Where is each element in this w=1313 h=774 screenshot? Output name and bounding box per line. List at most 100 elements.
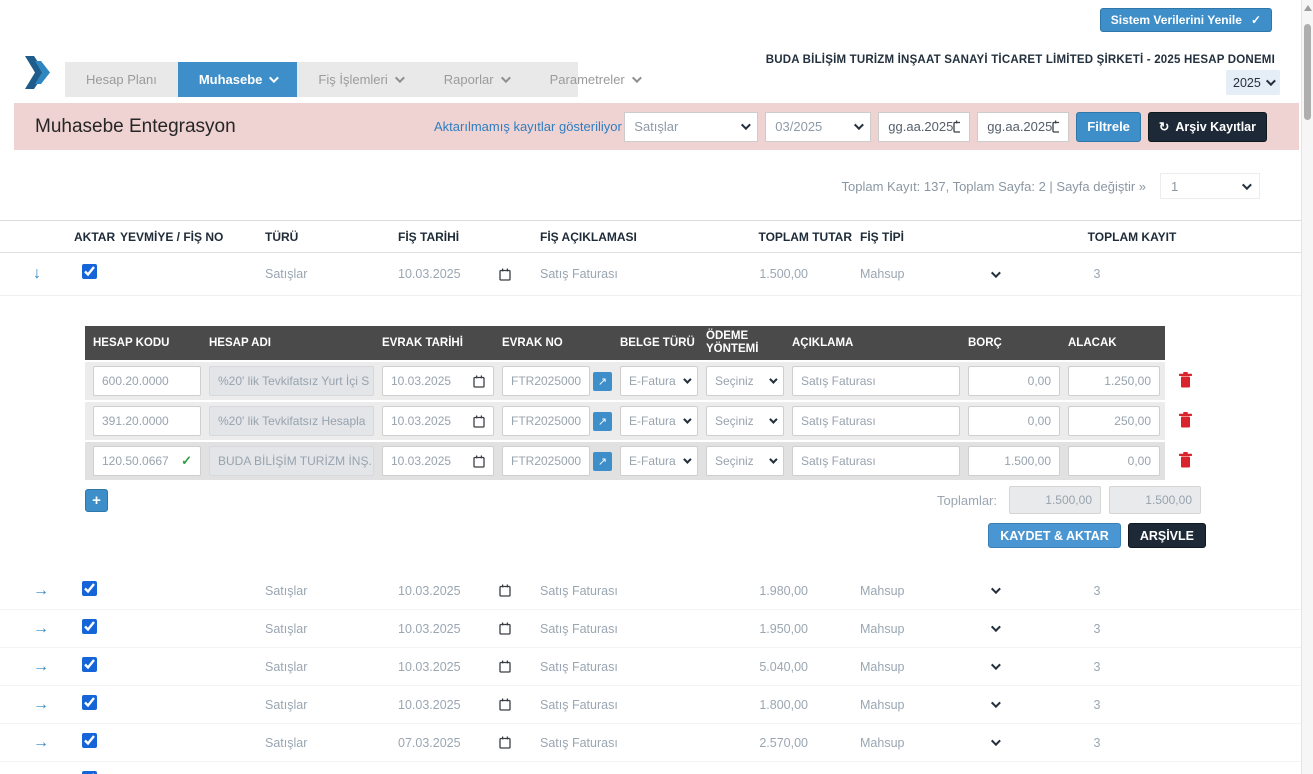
delete-row-button[interactable] bbox=[1174, 450, 1196, 472]
vertical-scrollbar[interactable] bbox=[1301, 0, 1313, 774]
belge-turu-select[interactable]: E-Fatura bbox=[620, 446, 698, 476]
borc-input[interactable]: 1.500,00 bbox=[968, 446, 1060, 476]
chevron-down-icon bbox=[991, 622, 1001, 632]
detail-header-alacak: ALACAK bbox=[1068, 337, 1160, 350]
hesap-adi-value: %20' lik Tevkifatsız Yurt İçi S bbox=[218, 374, 369, 388]
borc-value: 0,00 bbox=[1028, 414, 1051, 428]
evrak-no-input[interactable]: FTR2025000 bbox=[502, 446, 590, 476]
evrak-no-input[interactable]: FTR2025000 bbox=[502, 366, 590, 396]
aktar-checkbox[interactable] bbox=[82, 695, 97, 710]
filter-button[interactable]: Filtrele bbox=[1076, 112, 1141, 142]
tarih-value: 10.03.2025 bbox=[398, 584, 461, 598]
save-and-transfer-button[interactable]: KAYDET & AKTAR bbox=[988, 523, 1121, 548]
page-select[interactable]: 1 bbox=[1160, 173, 1260, 199]
month-select[interactable]: 03/2025 bbox=[765, 112, 871, 142]
page-title: Muhasebe Entegrasyon bbox=[14, 116, 434, 138]
header-tutar: TOPLAM TUTAR bbox=[740, 230, 852, 244]
tarih-cell[interactable]: 10.03.2025 bbox=[390, 698, 540, 712]
nav-bar: Hesap Planı Muhasebe Fiş İşlemleri Rapor… bbox=[0, 45, 1313, 100]
fis-tipi-select[interactable]: Mahsup bbox=[860, 622, 1010, 636]
archive-button[interactable]: ARŞİVLE bbox=[1128, 523, 1206, 548]
belge-turu-select[interactable]: E-Fatura bbox=[620, 366, 698, 396]
expand-arrow-icon[interactable]: → bbox=[33, 734, 49, 751]
belge-turu-value: E-Fatura bbox=[629, 374, 676, 388]
aciklama-cell: Satış Faturası bbox=[540, 736, 740, 750]
evrak-no-input[interactable]: FTR2025000 bbox=[502, 406, 590, 436]
belge-turu-select[interactable]: E-Fatura bbox=[620, 406, 698, 436]
hesap-kodu-input[interactable]: 600.20.0000 ✓ bbox=[93, 366, 201, 396]
nav-tab-label: Hesap Planı bbox=[86, 72, 157, 87]
expand-arrow-icon[interactable]: → bbox=[33, 582, 49, 599]
add-line-button[interactable]: + bbox=[85, 489, 108, 512]
chevron-down-icon bbox=[991, 268, 1001, 278]
aciklama-input[interactable]: Satış Faturası bbox=[792, 446, 960, 476]
delete-row-button[interactable] bbox=[1174, 410, 1196, 432]
external-link-button[interactable]: ↗ bbox=[593, 372, 612, 391]
expand-arrow-icon[interactable]: → bbox=[33, 696, 49, 713]
aktar-checkbox[interactable] bbox=[82, 657, 97, 672]
nav-tab-1[interactable]: Hesap Planı bbox=[65, 62, 178, 97]
aktar-checkbox[interactable] bbox=[82, 733, 97, 748]
archive-records-button[interactable]: ↻ Arşiv Kayıtlar bbox=[1148, 112, 1267, 142]
aciklama-value: Satış Faturası bbox=[801, 414, 876, 428]
main-menu: Hesap Planı Muhasebe Fiş İşlemleri Rapor… bbox=[65, 62, 578, 97]
tarih-cell[interactable]: 10.03.2025 bbox=[390, 622, 540, 636]
aciklama-input[interactable]: Satış Faturası bbox=[792, 406, 960, 436]
hesap-kodu-input[interactable]: 120.50.0667 ✓ bbox=[93, 446, 201, 476]
tarih-cell[interactable]: 10.03.2025 bbox=[390, 660, 540, 674]
archive-records-label: Arşiv Kayıtlar bbox=[1175, 120, 1256, 134]
chevron-down-icon bbox=[501, 73, 511, 83]
nav-tab-2[interactable]: Muhasebe bbox=[178, 62, 298, 97]
record-type-select[interactable]: Satışlar bbox=[624, 112, 758, 142]
expand-arrow-icon[interactable]: → bbox=[33, 658, 49, 675]
odeme-yontemi-select[interactable]: Seçiniz bbox=[706, 406, 784, 436]
aktar-checkbox[interactable] bbox=[82, 581, 97, 596]
refresh-system-data-button[interactable]: Sistem Verilerini Yenile ✓ bbox=[1100, 8, 1272, 32]
nav-tab-4[interactable]: Raporlar bbox=[423, 62, 529, 97]
aciklama-input[interactable]: Satış Faturası bbox=[792, 366, 960, 396]
nav-tab-5[interactable]: Parametreler bbox=[529, 62, 660, 97]
external-link-button[interactable]: ↗ bbox=[593, 412, 612, 431]
aktar-checkbox[interactable] bbox=[82, 619, 97, 634]
external-link-button[interactable]: ↗ bbox=[593, 452, 612, 471]
expand-arrow-icon[interactable]: → bbox=[33, 620, 49, 637]
calendar-icon bbox=[473, 455, 485, 468]
alacak-input[interactable]: 1.250,00 bbox=[1068, 366, 1160, 396]
alacak-input[interactable]: 0,00 bbox=[1068, 446, 1160, 476]
date-to-input[interactable]: gg.aa.2025 bbox=[977, 112, 1069, 142]
odeme-yontemi-select[interactable]: Seçiniz bbox=[706, 446, 784, 476]
period-year-select[interactable]: 2025 bbox=[1226, 70, 1280, 95]
fis-tipi-value: Mahsup bbox=[860, 584, 904, 598]
hesap-kodu-input[interactable]: 391.20.0000 ✓ bbox=[93, 406, 201, 436]
odeme-yontemi-select[interactable]: Seçiniz bbox=[706, 366, 784, 396]
detail-header-odeme-yontemi: ÖDEME YÖNTEMİ bbox=[706, 330, 784, 355]
scrollbar-up-arrow-icon[interactable] bbox=[1304, 5, 1312, 11]
date-from-input[interactable]: gg.aa.2025 bbox=[878, 112, 970, 142]
alacak-input[interactable]: 250,00 bbox=[1068, 406, 1160, 436]
evrak-tarihi-input[interactable]: 10.03.2025 bbox=[382, 366, 494, 396]
fis-tipi-select[interactable]: Mahsup bbox=[860, 584, 1010, 598]
fis-tipi-select[interactable]: Mahsup bbox=[860, 267, 1010, 281]
chevron-down-icon bbox=[632, 73, 642, 83]
unsent-records-link[interactable]: Aktarılmamış kayıtlar gösteriliyor bbox=[434, 119, 622, 134]
evrak-tarihi-input[interactable]: 10.03.2025 bbox=[382, 406, 494, 436]
evrak-tarihi-input[interactable]: 10.03.2025 bbox=[382, 446, 494, 476]
delete-row-button[interactable] bbox=[1174, 370, 1196, 392]
scrollbar-thumb[interactable] bbox=[1304, 24, 1311, 120]
fis-tipi-select[interactable]: Mahsup bbox=[860, 736, 1010, 750]
expand-arrow-icon[interactable]: ↓ bbox=[33, 265, 41, 282]
chevron-down-icon bbox=[769, 455, 777, 463]
borc-input[interactable]: 0,00 bbox=[968, 406, 1060, 436]
fis-tipi-select[interactable]: Mahsup bbox=[860, 660, 1010, 674]
tarih-cell[interactable]: 10.03.2025 bbox=[390, 584, 540, 598]
date-from-placeholder: gg.aa.2025 bbox=[888, 119, 953, 134]
aktar-checkbox[interactable] bbox=[82, 264, 97, 279]
fis-tipi-select[interactable]: Mahsup bbox=[860, 698, 1010, 712]
borc-input[interactable]: 0,00 bbox=[968, 366, 1060, 396]
aciklama-cell: Satış Faturası bbox=[540, 660, 740, 674]
tarih-cell[interactable]: 10.03.2025 bbox=[390, 267, 540, 281]
nav-tab-3[interactable]: Fiş İşlemleri bbox=[297, 62, 422, 97]
calendar-icon bbox=[473, 415, 485, 428]
tarih-cell[interactable]: 07.03.2025 bbox=[390, 736, 540, 750]
month-value: 03/2025 bbox=[775, 119, 822, 134]
